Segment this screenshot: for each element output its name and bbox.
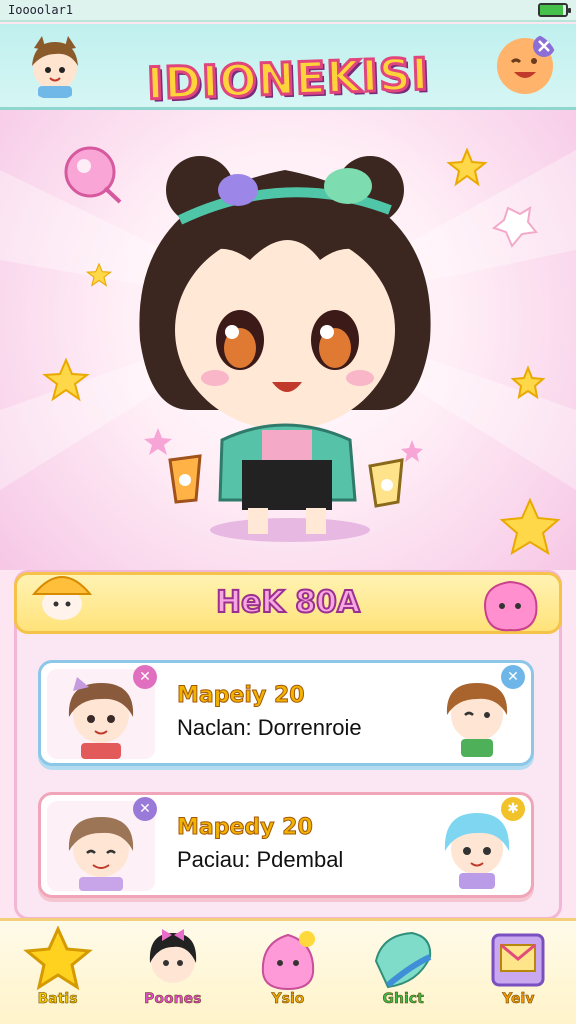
- nav-label: Ghict: [382, 991, 424, 1008]
- blob-icon: [261, 931, 315, 991]
- candy-icon: [64, 146, 122, 204]
- hero-area: [0, 110, 576, 570]
- cup-icon: [168, 454, 202, 504]
- bottom-nav: Batis Poones Ysio Ghict Yeiv: [0, 918, 576, 1024]
- status-bar: Ioooolar1: [0, 0, 576, 22]
- card-description: Naclan: Dorrenroie: [177, 715, 362, 740]
- battery-icon: [538, 3, 571, 17]
- character-card[interactable]: ✕ Mapedy 20 Paciau: Pdembal ✱: [38, 792, 534, 898]
- hat-mascot-icon: [31, 576, 93, 620]
- pink-blob-icon: [484, 580, 538, 632]
- nav-item-ghict[interactable]: Ghict: [353, 921, 453, 1021]
- cup-icon: [368, 458, 404, 508]
- gem-icon: [375, 931, 432, 989]
- nav-item-ysio[interactable]: Ysio: [238, 921, 338, 1021]
- avatar-icon: [149, 929, 196, 983]
- close-icon[interactable]: ✕: [133, 665, 157, 689]
- app-title: IDIONEKISI: [145, 48, 432, 112]
- mail-icon: [491, 933, 545, 987]
- nav-item-batis[interactable]: Batis: [8, 921, 108, 1021]
- app-header: IDIONEKISI: [0, 24, 576, 112]
- close-icon[interactable]: ✕: [501, 665, 525, 689]
- panel-title: HeK 80A: [215, 584, 361, 621]
- card-name: Mapedy 20: [177, 815, 314, 841]
- character-card[interactable]: ✕ Mapeiy 20 Naclan: Dorrenroie ✕: [38, 660, 534, 766]
- close-icon[interactable]: ✕: [133, 797, 157, 821]
- nav-label: Ysio: [271, 991, 305, 1008]
- status-text: Ioooolar1: [8, 3, 74, 17]
- emoji-bubble-icon[interactable]: [492, 32, 558, 98]
- card-description: Paciau: Pdembal: [177, 847, 344, 872]
- nav-item-yeiv[interactable]: Yeiv: [468, 921, 568, 1021]
- card-name: Mapeiy 20: [177, 683, 306, 709]
- nav-label: Batis: [37, 991, 78, 1008]
- nav-item-poones[interactable]: Poones: [123, 921, 223, 1021]
- star-icon: [22, 925, 93, 991]
- star-badge-icon[interactable]: ✱: [501, 797, 525, 821]
- nav-label: Yeiv: [502, 991, 535, 1008]
- nav-label: Poones: [144, 991, 202, 1008]
